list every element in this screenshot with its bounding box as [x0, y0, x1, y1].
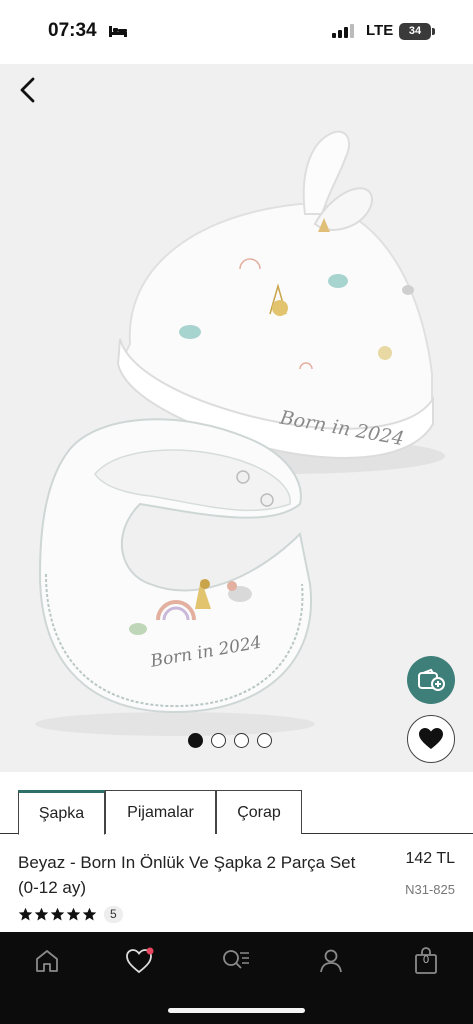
status-bar: 07:34 LTE 34: [0, 0, 473, 64]
category-tabs: Şapka Pijamalar Çorap: [0, 790, 473, 835]
chevron-left-icon: [20, 77, 35, 103]
heart-icon: [126, 947, 154, 974]
battery-indicator: 34: [399, 23, 431, 40]
pagination-dot[interactable]: [188, 733, 203, 748]
nav-cart[interactable]: 0: [410, 946, 442, 976]
wallet-plus-icon: [418, 668, 445, 691]
product-code: N31-825: [405, 882, 455, 897]
tab-sapka[interactable]: Şapka: [18, 790, 105, 835]
home-icon: [36, 950, 58, 972]
search-icon: [223, 950, 249, 969]
product-image: Born in 2024 Born in 2024: [35, 130, 445, 736]
nav-favorites[interactable]: [124, 946, 156, 976]
tab-corap[interactable]: Çorap: [216, 790, 302, 834]
add-to-wallet-button[interactable]: [407, 656, 455, 704]
nav-home[interactable]: [31, 946, 63, 976]
product-title: Beyaz - Born In Önlük Ve Şapka 2 Parça S…: [18, 853, 356, 897]
signal-icon: [332, 24, 354, 38]
product-image-gallery[interactable]: Born in 2024 Born in 2024: [0, 64, 473, 772]
back-button[interactable]: [10, 72, 46, 108]
star-icon: [66, 907, 81, 921]
status-time: 07:34: [48, 20, 97, 41]
tab-pijamalar[interactable]: Pijamalar: [105, 790, 216, 834]
star-icon: [82, 907, 97, 921]
nav-account[interactable]: [315, 946, 347, 976]
favorite-button[interactable]: [407, 715, 455, 763]
cart-count: 0: [422, 954, 430, 966]
star-icon: [18, 907, 33, 921]
pagination-dot[interactable]: [211, 733, 226, 748]
pagination-dot[interactable]: [234, 733, 249, 748]
home-indicator: [168, 1008, 305, 1013]
nav-search[interactable]: [220, 946, 252, 976]
star-icon: [50, 907, 65, 921]
bed-icon: [109, 26, 127, 37]
account-icon: [320, 949, 342, 973]
star-icon: [34, 907, 49, 921]
image-pagination: [188, 733, 272, 748]
pagination-dot[interactable]: [257, 733, 272, 748]
heart-icon: [419, 728, 443, 749]
network-label: LTE: [366, 22, 394, 39]
product-price: 142 TL: [405, 850, 455, 867]
product-rating[interactable]: 5: [18, 906, 123, 923]
rating-count: 5: [104, 906, 123, 923]
battery-cap: [432, 28, 435, 35]
